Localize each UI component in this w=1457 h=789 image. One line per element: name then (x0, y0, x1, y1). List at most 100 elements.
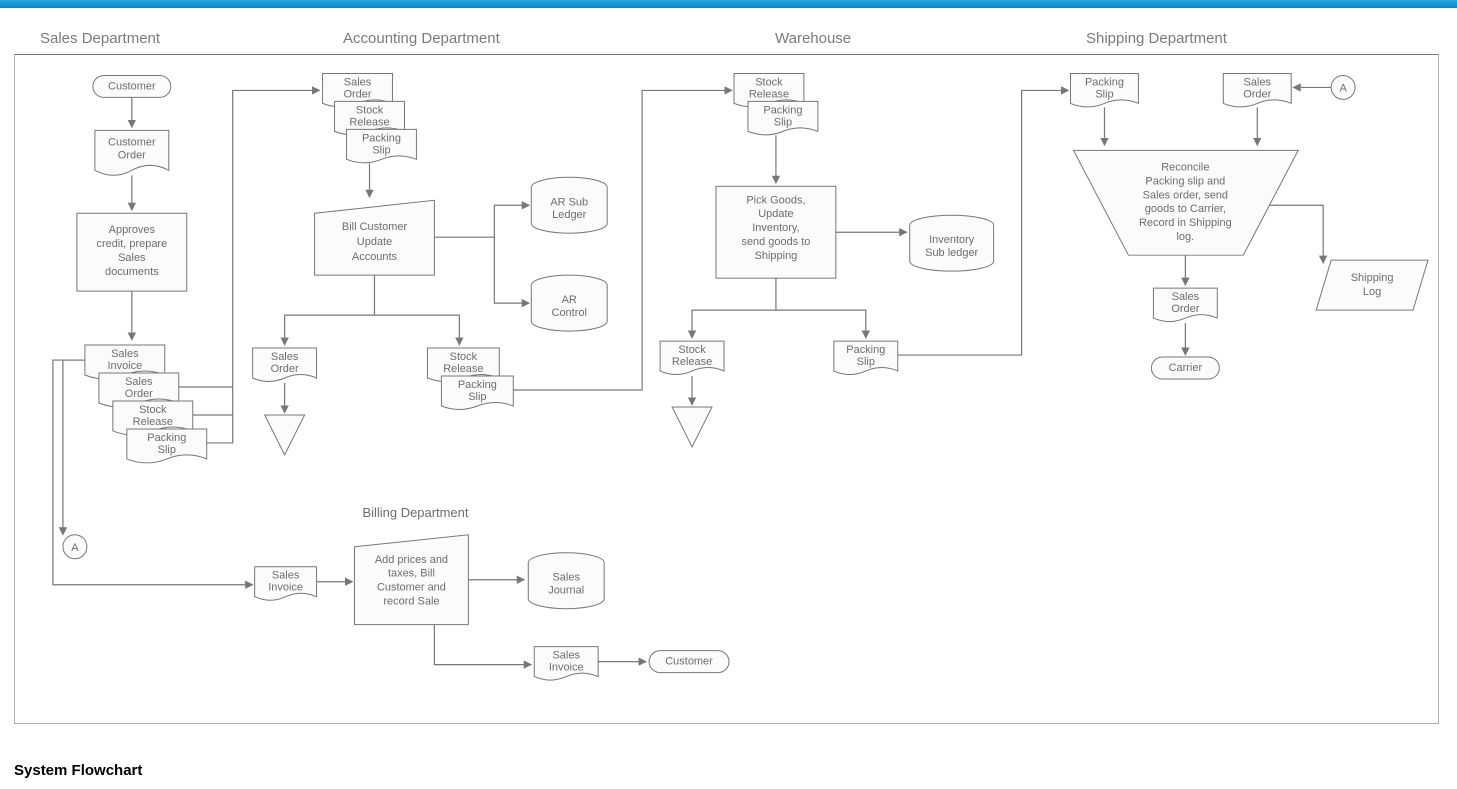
svg-text:Sub ledger: Sub ledger (925, 247, 978, 259)
svg-text:AR: AR (562, 294, 577, 306)
svg-text:Release: Release (672, 356, 712, 368)
svg-text:Order: Order (1243, 88, 1271, 100)
svg-text:Invoice: Invoice (549, 662, 584, 674)
svg-text:Sales: Sales (1244, 76, 1272, 88)
cylinder-inventory-sub-ledger: Inventory Sub ledger (910, 215, 994, 271)
svg-text:Customer: Customer (108, 136, 156, 148)
svg-text:Shipping: Shipping (755, 250, 798, 262)
svg-text:Sales: Sales (344, 76, 372, 88)
svg-text:Stock: Stock (678, 344, 706, 356)
svg-text:documents: documents (105, 266, 159, 278)
svg-text:Inventory,: Inventory, (752, 222, 799, 234)
doc-acct-sales-order: Sales Order (253, 348, 317, 381)
terminator-customer: Customer (93, 75, 171, 97)
doc-billing-sales-invoice-in: Sales Invoice (255, 567, 317, 600)
svg-text:Stock: Stock (139, 404, 167, 416)
doc-stack-acct-stock-packing: Stock Release Packing Slip (427, 348, 513, 409)
svg-text:Sales: Sales (272, 570, 300, 582)
doc-stack-warehouse-in: Stock Release Packing Slip (734, 73, 818, 134)
svg-text:Sales: Sales (552, 650, 580, 662)
doc-stack-accounting-in: Sales Order Stock Release Packing Slip (323, 73, 417, 162)
lane-warehouse: Warehouse (775, 30, 851, 47)
svg-text:Order: Order (343, 88, 371, 100)
svg-text:A: A (1339, 82, 1347, 94)
svg-text:Record in Shipping: Record in Shipping (1139, 217, 1232, 229)
doc-wh-packing-slip: Packing Slip (834, 341, 898, 374)
svg-text:Bill Customer: Bill Customer (342, 221, 408, 233)
offpage-triangle-2 (672, 407, 712, 447)
svg-text:Log: Log (1363, 286, 1381, 298)
svg-text:Packing: Packing (1085, 76, 1124, 88)
svg-text:Invoice: Invoice (107, 360, 142, 372)
svg-text:Order: Order (271, 363, 299, 375)
manual-add-prices: Add prices and taxes, Bill Customer and … (355, 535, 469, 625)
svg-text:Carrier: Carrier (1169, 362, 1203, 374)
svg-text:Slip: Slip (372, 144, 390, 156)
svg-text:Order: Order (1171, 303, 1199, 315)
terminator-customer-end: Customer (649, 651, 729, 673)
doc-customer-order: Customer Order (95, 130, 169, 175)
doc-stack-sales: Sales Invoice Sales Order Stock Release … (85, 345, 207, 463)
svg-text:Sales: Sales (1172, 291, 1200, 303)
svg-text:Sales order, send: Sales order, send (1143, 189, 1228, 201)
svg-text:Add prices and: Add prices and (375, 554, 448, 566)
connector-a-left: A (63, 535, 87, 559)
manual-bill-customer: Bill Customer Update Accounts (315, 200, 435, 275)
doc-ship-sales-order-out: Sales Order (1153, 288, 1217, 321)
svg-text:credit, prepare: credit, prepare (96, 238, 167, 250)
connector-a-right: A (1331, 75, 1355, 99)
svg-text:Packing: Packing (458, 379, 497, 391)
manual-op-reconcile: Reconcile Packing slip and Sales order, … (1074, 150, 1299, 255)
svg-text:Sales: Sales (118, 252, 146, 264)
svg-text:Sales: Sales (125, 376, 153, 388)
svg-text:Customer: Customer (108, 80, 156, 92)
terminator-carrier: Carrier (1151, 357, 1219, 379)
svg-text:Control: Control (552, 307, 587, 319)
svg-text:Slip: Slip (468, 391, 486, 403)
svg-text:Packing: Packing (362, 132, 401, 144)
svg-text:Customer and: Customer and (377, 582, 446, 594)
svg-text:Packing: Packing (147, 432, 186, 444)
svg-text:log.: log. (1177, 231, 1195, 243)
svg-text:A: A (71, 542, 79, 554)
svg-text:Reconcile: Reconcile (1161, 161, 1209, 173)
svg-text:Journal: Journal (548, 585, 584, 597)
cylinder-ar-sub-ledger: AR Sub Ledger (531, 177, 607, 233)
process-approve-credit: Approves credit, prepare Sales documents (77, 213, 187, 291)
svg-text:Release: Release (443, 363, 483, 375)
cylinder-ar-control: AR Control (531, 275, 607, 331)
doc-billing-sales-invoice-out: Sales Invoice (534, 647, 598, 680)
svg-text:Order: Order (118, 149, 146, 161)
lane-accounting: Accounting Department (343, 30, 500, 47)
svg-text:Customer: Customer (665, 656, 713, 668)
svg-text:Slip: Slip (158, 444, 176, 456)
doc-ship-packing-slip: Packing Slip (1071, 73, 1139, 106)
svg-text:Pick Goods,: Pick Goods, (746, 194, 805, 206)
svg-text:Stock: Stock (450, 351, 478, 363)
svg-text:Update: Update (758, 208, 793, 220)
svg-text:Slip: Slip (774, 116, 792, 128)
top-bar (0, 0, 1457, 8)
svg-text:Stock: Stock (356, 104, 384, 116)
svg-text:send goods to: send goods to (741, 236, 810, 248)
svg-text:Packing slip and: Packing slip and (1145, 175, 1225, 187)
figure-caption: System Flowchart (14, 762, 142, 779)
svg-text:Order: Order (125, 388, 153, 400)
doc-wh-stock-release: Stock Release (660, 341, 724, 374)
svg-text:Update: Update (357, 236, 392, 248)
svg-text:Shipping: Shipping (1351, 272, 1394, 284)
svg-text:Release: Release (749, 88, 789, 100)
svg-text:Ledger: Ledger (552, 209, 587, 221)
svg-text:Slip: Slip (857, 356, 875, 368)
svg-text:Inventory: Inventory (929, 234, 975, 246)
svg-text:Packing: Packing (763, 104, 802, 116)
svg-text:Approves: Approves (109, 224, 156, 236)
svg-text:Packing: Packing (846, 344, 885, 356)
lane-sales: Sales Department (40, 30, 160, 47)
cylinder-sales-journal: Sales Journal (528, 553, 604, 609)
svg-text:Sales: Sales (111, 348, 139, 360)
svg-text:Accounts: Accounts (352, 251, 398, 263)
svg-text:taxes, Bill: taxes, Bill (388, 568, 435, 580)
lane-billing: Billing Department (363, 505, 469, 520)
doc-ship-sales-order: Sales Order (1223, 73, 1291, 106)
